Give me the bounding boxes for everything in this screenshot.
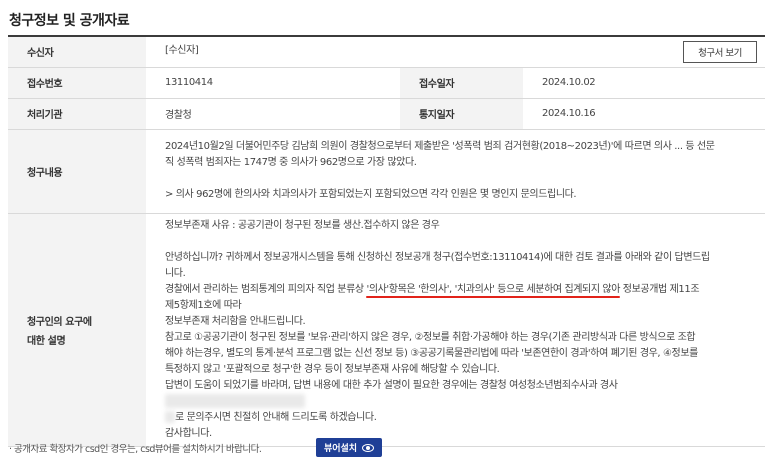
row-receipt: 접수번호 13110414 접수일자 2024.10.02: [8, 67, 766, 99]
request-line: 2024년10월2일 더불어민주당 김남희 의원이 경찰청으로부터 제출받은 '…: [165, 141, 715, 152]
request-line: 직 성폭력 범죄자는 1747명 중 의사가 962명으로 가장 많았다.: [165, 157, 417, 168]
explanation-line: 답변이 도움이 되었기를 바라며, 답변 내용에 대한 추가 설명이 필요한 경…: [165, 378, 757, 410]
request-line: > 의사 962명에 한의사와 치과의사가 포함되었는지 포함되었으면 각각 인…: [165, 189, 577, 200]
install-viewer-label: 뷰어설치: [323, 444, 358, 454]
redacted-block: [165, 393, 305, 408]
redacted-block: [165, 410, 175, 423]
row-explanation: 청구인의 요구에 대한 설명 정보부존재 사유 : 공공기관이 청구된 정보를 …: [8, 213, 766, 447]
explanation-text: 정보공개법 제11조: [620, 283, 700, 295]
explanation-line: 해야 하는경우, 별도의 통계·분석 프로그램 없는 신선 정보 등) ③공공기…: [165, 347, 698, 359]
explanation-text: 답변이 도움이 되었기를 바라며, 답변 내용에 대한 추가 설명이 필요한 경…: [165, 379, 618, 391]
explanation-line: 참고로 ①공공기관이 청구된 정보를 '보유·관리'하지 않은 경우, ②정보를…: [165, 331, 696, 343]
highlighted-text: '의사'항목은 '한의사', '치과의사' 등으로 세분하여 집계되지 않아: [366, 283, 621, 295]
view-request-button[interactable]: 청구서 보기: [683, 40, 758, 63]
explanation-text: 경찰에서 관리하는 범죄통계의 피의자 직업 분류상: [165, 283, 367, 295]
recipient-value: [수신자]: [165, 44, 199, 56]
explanation-line: 안녕하십니까? 귀하께서 정보공개시스템을 통해 신청하신 정보공개 청구(접수…: [165, 251, 710, 263]
explanation-line: 경찰에서 관리하는 범죄통계의 피의자 직업 분류상 '의사'항목은 '한의사'…: [165, 282, 757, 298]
receipt-no-value: 13110414: [146, 67, 400, 99]
explanation-line: 로 문의주시면 친절히 안내해 드리도록 하겠습니다.: [165, 410, 757, 426]
row-agency: 처리기관 경찰청 통지일자 2024.10.16: [8, 98, 766, 130]
recipient-label: 수신자: [8, 36, 146, 68]
csd-viewer-note: · 공개자료 확장자가 csd인 경우는, csd뷰어를 설치하시기 바랍니다.: [9, 444, 262, 455]
red-underline: [366, 295, 621, 298]
explanation-line: 정보부존재 사유 : 공공기관이 청구된 정보를 생산.접수하지 않은 경우: [165, 219, 440, 231]
explanation-content: 정보부존재 사유 : 공공기관이 청구된 정보를 생산.접수하지 않은 경우 안…: [146, 213, 766, 447]
explanation-line: 특정하지 않고 '포괄적으로 청구'한 경우 등이 정보부존재 사유에 해당할 …: [165, 363, 500, 375]
explanation-line: 제5항제1호에 따라: [165, 299, 242, 311]
eye-icon: [362, 443, 375, 452]
explanation-line: 정보부존재 처리함을 안내드립니다.: [165, 315, 306, 327]
explanation-line: 니다.: [165, 267, 186, 279]
explanation-label: 청구인의 요구에 대한 설명: [8, 213, 146, 447]
recipient-cell: [수신자] 청구서 보기: [146, 36, 766, 68]
row-recipient: 수신자 [수신자] 청구서 보기: [8, 36, 766, 68]
receipt-date-label: 접수일자: [400, 67, 523, 99]
agency-value: 경찰청: [146, 98, 400, 130]
receipt-no-label: 접수번호: [8, 67, 146, 99]
explanation-label-line: 대한 설명: [27, 335, 66, 347]
receipt-date-value: 2024.10.02: [523, 67, 766, 99]
notice-date-label: 통지일자: [400, 98, 523, 130]
request-label: 청구내용: [8, 129, 146, 214]
row-request: 청구내용 2024년10월2일 더불어민주당 김남희 의원이 경찰청으로부터 제…: [8, 129, 766, 214]
page-title: 청구정보 및 공개자료: [9, 13, 130, 29]
explanation-line: 감사합니다.: [165, 427, 212, 439]
highlighted-phrase: '의사'항목은 '한의사', '치과의사' 등으로 세분하여 집계되지 않아: [366, 283, 621, 298]
install-viewer-button[interactable]: 뷰어설치: [316, 438, 382, 457]
agency-label: 처리기관: [8, 98, 146, 130]
request-content: 2024년10월2일 더불어민주당 김남희 의원이 경찰청으로부터 제출받은 '…: [146, 129, 766, 214]
explanation-text: 로 문의주시면 친절히 안내해 드리도록 하겠습니다.: [175, 411, 377, 423]
notice-date-value: 2024.10.16: [523, 98, 766, 130]
request-info-table: 수신자 [수신자] 청구서 보기 접수번호 13110414 접수일자 2024…: [8, 35, 766, 447]
explanation-label-line: 청구인의 요구에: [27, 316, 92, 328]
